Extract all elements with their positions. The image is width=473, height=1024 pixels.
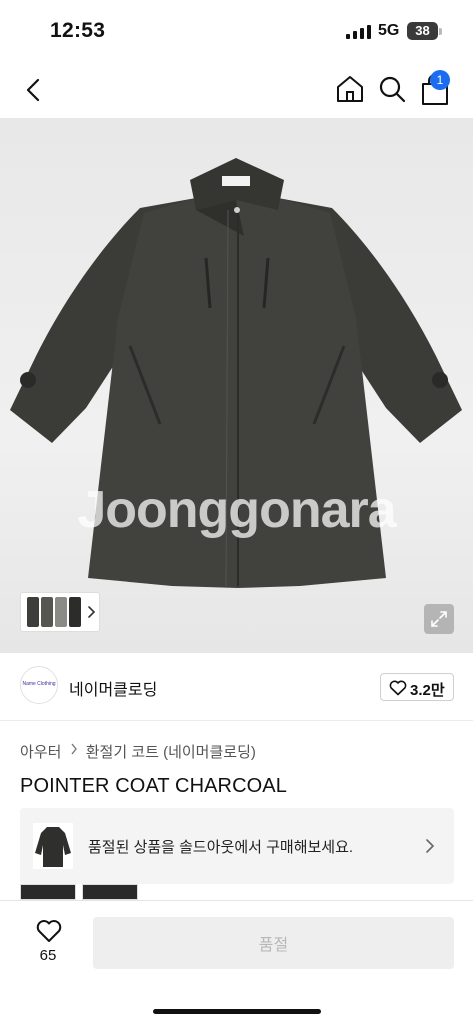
home-indicator[interactable] <box>153 1009 321 1014</box>
battery-cap <box>439 28 442 35</box>
promo-text: 품절된 상품을 솔드아웃에서 구매해보세요. <box>88 839 354 856</box>
related-image-2[interactable] <box>82 884 138 900</box>
product-title: POINTER COAT CHARCOAL <box>20 775 287 797</box>
related-images-strip <box>20 884 140 900</box>
breadcrumb: 아우터 환절기 코트 (네이머클로딩) <box>20 741 256 762</box>
thumbnail-2[interactable] <box>41 597 53 627</box>
thumbnail-4[interactable] <box>69 597 81 627</box>
top-nav <box>0 62 473 118</box>
home-icon[interactable] <box>334 73 366 105</box>
product-image[interactable]: Joonggonara <box>0 118 473 653</box>
brand-like-count: 3.2만 <box>410 682 445 699</box>
battery-icon: 38 <box>407 22 438 40</box>
chevron-right-icon <box>71 744 77 755</box>
chevron-right-icon[interactable] <box>85 605 97 619</box>
image-thumbnails[interactable] <box>20 592 100 632</box>
brand-like-button[interactable]: 3.2만 <box>380 673 454 701</box>
status-bar: 12:53 5G 38 <box>0 0 473 62</box>
brand-logo-text: Name Clothing <box>22 681 56 687</box>
heart-icon <box>389 680 407 696</box>
chevron-left-icon[interactable] <box>18 74 50 106</box>
soldout-button[interactable]: 품절 <box>93 917 454 969</box>
signal-icon <box>346 25 371 39</box>
heart-icon[interactable] <box>36 919 62 943</box>
cart-count-badge: 1 <box>430 70 450 90</box>
breadcrumb-item-subcategory[interactable]: 환절기 코트 (네이머클로딩) <box>86 741 256 762</box>
search-icon[interactable] <box>376 73 408 105</box>
brand-row[interactable]: Name Clothing 네이머클로딩 3.2만 <box>0 653 473 721</box>
breadcrumb-item-category[interactable]: 아우터 <box>20 741 61 762</box>
related-image-1[interactable] <box>20 884 76 900</box>
brand-name[interactable]: 네이머클로딩 <box>69 676 157 700</box>
coat-image <box>10 158 462 588</box>
watermark: Joonggonara <box>77 481 396 539</box>
thumbnail-3[interactable] <box>55 597 67 627</box>
chevron-right-icon <box>426 839 435 853</box>
favorite-count: 65 <box>39 947 57 964</box>
network-type: 5G <box>378 22 400 39</box>
thumbnail-1[interactable] <box>27 597 39 627</box>
promo-coat-thumbnail <box>33 823 73 869</box>
brand-logo[interactable]: Name Clothing <box>20 666 58 704</box>
expand-icon[interactable] <box>424 604 454 634</box>
soldout-promo-banner[interactable]: 품절된 상품을 솔드아웃에서 구매해보세요. <box>20 808 454 884</box>
bottom-action-bar: 65 품절 <box>0 900 473 1024</box>
status-time: 12:53 <box>50 19 106 42</box>
